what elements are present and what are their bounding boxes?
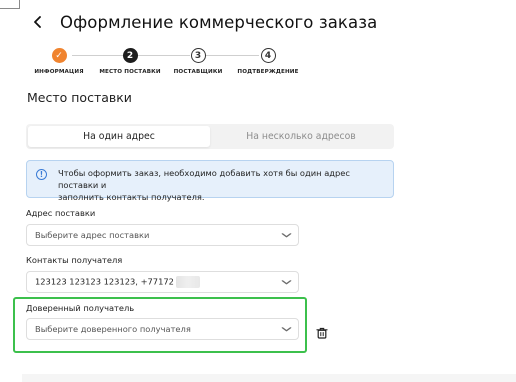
trusted-recipient-placeholder: Выберите доверенного получателя (35, 324, 191, 334)
window-corner-frame (0, 0, 20, 9)
address-label: Адрес поставки (26, 208, 96, 218)
contacts-value: 123123 123123 123123, +77172 (35, 276, 174, 287)
check-icon: ✓ (51, 48, 67, 63)
info-circle-icon: ! (36, 169, 47, 180)
section-title: Место поставки (27, 90, 132, 105)
chevron-left-icon[interactable] (30, 12, 44, 32)
trusted-recipient-label: Доверенный получатель (26, 303, 135, 313)
contacts-label: Контакты получателя (26, 255, 123, 265)
redacted-area (175, 276, 200, 288)
page-header: Оформление коммерческого заказа (30, 12, 377, 32)
address-select[interactable]: Выберите адрес поставки (26, 224, 299, 246)
step-label: ПОСТАВЩИКИ (173, 69, 223, 75)
info-line: Чтобы оформить заказ, необходимо добавит… (58, 168, 350, 190)
step-number: 4 (260, 48, 276, 63)
page-title: Оформление коммерческого заказа (60, 12, 378, 32)
tab-single-address[interactable]: На один адрес (28, 126, 210, 147)
step-label: ПОДТВЕРЖДЕНИЕ (237, 69, 299, 75)
contacts-value-wrap: 123123 123123 123123, +77172 (35, 276, 283, 288)
step-information[interactable]: ✓ ИНФОРМАЦИЯ (34, 48, 84, 75)
step-label: ИНФОРМАЦИЯ (34, 69, 84, 75)
chevron-down-icon (281, 231, 292, 240)
step-number: 3 (190, 48, 206, 63)
trusted-recipient-select[interactable]: Выберите доверенного получателя (26, 318, 299, 340)
step-confirmation[interactable]: 4 ПОДТВЕРЖДЕНИЕ (237, 48, 299, 75)
step-suppliers[interactable]: 3 ПОСТАВЩИКИ (173, 48, 223, 75)
step-delivery-place[interactable]: 2 МЕСТО ПОСТАВКИ (99, 48, 161, 75)
info-line: заполнить контакты получателя. (58, 192, 205, 202)
trash-icon[interactable] (316, 324, 328, 339)
step-label: МЕСТО ПОСТАВКИ (99, 69, 161, 75)
footer-bar (22, 374, 516, 382)
contacts-select[interactable]: 123123 123123 123123, +77172 (26, 271, 299, 293)
address-placeholder: Выберите адрес поставки (35, 230, 150, 240)
order-stepper: ✓ ИНФОРМАЦИЯ 2 МЕСТО ПОСТАВКИ 3 ПОСТАВЩИ… (30, 48, 310, 78)
info-text: Чтобы оформить заказ, необходимо добавит… (58, 167, 384, 203)
tab-multiple-addresses[interactable]: На несколько адресов (210, 126, 392, 147)
address-mode-switch: На один адрес На несколько адресов (26, 124, 394, 149)
info-banner: ! Чтобы оформить заказ, необходимо добав… (26, 160, 394, 202)
chevron-down-icon (281, 278, 292, 287)
chevron-down-icon (281, 325, 292, 334)
step-number: 2 (122, 48, 138, 63)
